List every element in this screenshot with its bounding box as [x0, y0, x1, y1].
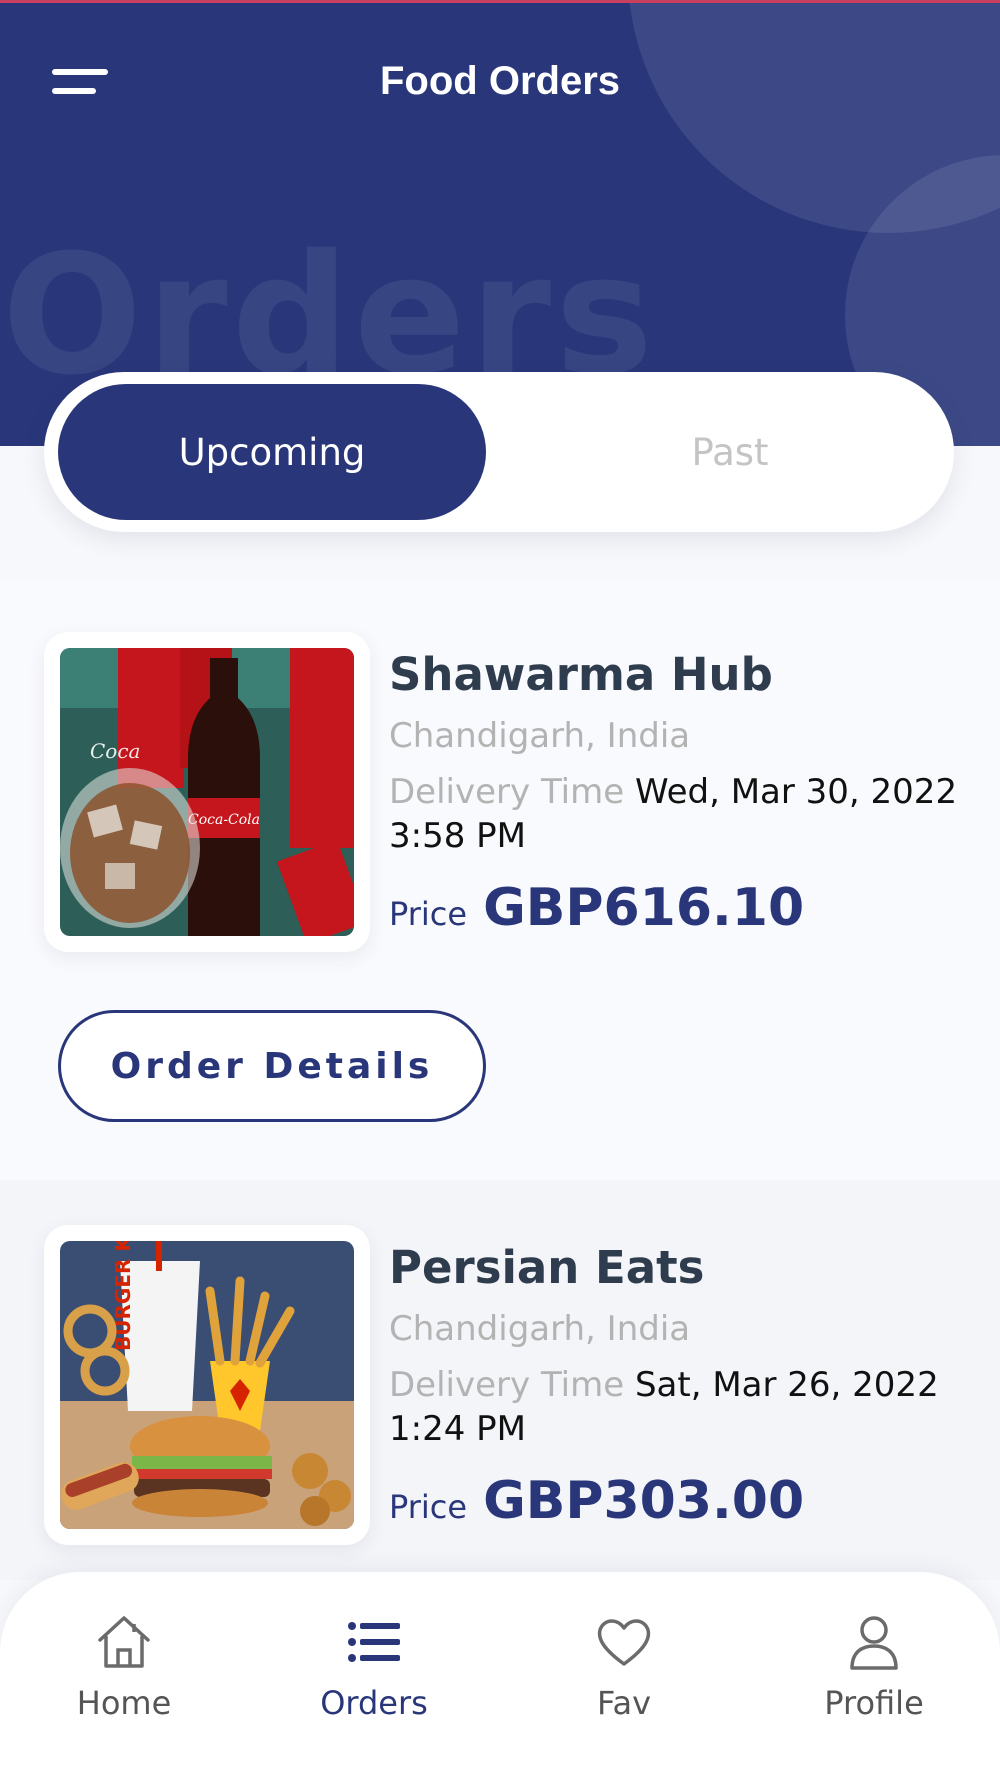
nav-label: Orders — [320, 1684, 428, 1722]
user-icon — [850, 1616, 898, 1670]
nav-home[interactable]: Home — [34, 1612, 214, 1742]
restaurant-image-frame: BURGER KING — [44, 1225, 370, 1545]
restaurant-location: Chandigarh, India — [389, 716, 691, 756]
delivery-time: Delivery Time Wed, Mar 30, 2022 3:58 PM — [389, 770, 979, 858]
price-row: Price GBP303.00 — [389, 1471, 804, 1531]
page-title: Food Orders — [379, 59, 621, 103]
delivery-date: Wed, Mar 30, 2022 — [634, 772, 958, 812]
price-value: GBP303.00 — [483, 1471, 805, 1531]
nav-fav[interactable]: Fav — [534, 1612, 714, 1742]
price-row: Price GBP616.10 — [389, 878, 804, 938]
tab-past[interactable]: Past — [516, 384, 944, 520]
list-icon — [348, 1622, 400, 1662]
delivery-hour: 3:58 PM — [389, 816, 526, 856]
order-tabs: Upcoming Past — [44, 372, 954, 532]
cola-drinks-image: Coca-Cola Coca — [60, 648, 354, 936]
order-details-button[interactable]: Order Details — [58, 1010, 486, 1122]
price-label: Price — [389, 895, 468, 933]
menu-icon[interactable] — [52, 67, 110, 99]
nav-orders[interactable]: Orders — [284, 1612, 464, 1742]
nav-profile[interactable]: Profile — [784, 1612, 964, 1742]
restaurant-name: Persian Eats — [389, 1241, 705, 1294]
svg-text:Coca-Cola: Coca-Cola — [188, 812, 260, 828]
delivery-time: Delivery Time Sat, Mar 26, 2022 1:24 PM — [389, 1363, 979, 1451]
nav-label: Home — [76, 1684, 172, 1722]
delivery-time-label: Delivery Time — [389, 772, 625, 812]
heart-icon — [597, 1619, 651, 1666]
restaurant-location: Chandigarh, India — [389, 1309, 691, 1349]
burger-meal-image: BURGER KING — [60, 1241, 354, 1529]
price-label: Price — [389, 1488, 468, 1526]
svg-text:Coca: Coca — [90, 739, 140, 763]
tab-upcoming[interactable]: Upcoming — [58, 384, 486, 520]
nav-label: Fav — [596, 1684, 651, 1722]
restaurant-image-frame: Coca-Cola Coca — [44, 632, 370, 952]
restaurant-name: Shawarma Hub — [389, 648, 773, 701]
delivery-time-label: Delivery Time — [389, 1365, 625, 1405]
delivery-date: Sat, Mar 26, 2022 — [634, 1365, 939, 1405]
delivery-hour: 1:24 PM — [389, 1409, 526, 1449]
price-value: GBP616.10 — [483, 878, 805, 938]
bottom-navigation: Home Orders Fav Profile — [0, 1572, 1000, 1778]
nav-label: Profile — [824, 1684, 924, 1722]
home-icon — [98, 1616, 150, 1668]
